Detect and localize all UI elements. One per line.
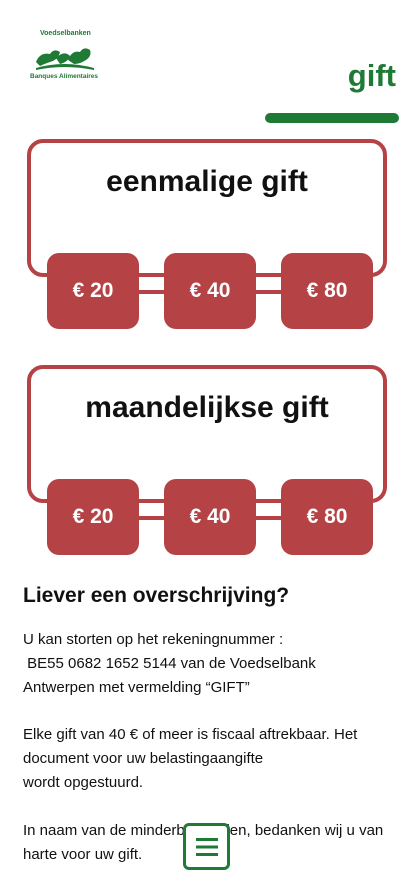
monthly-gift-card: maandelijkse gift € 20 € 40 € 80 xyxy=(27,365,387,555)
logo-bottom-text: Banques Alimentaires xyxy=(30,73,99,80)
paragraph-line: wordt opgestuurd. xyxy=(23,774,144,791)
one-time-amount-20-button[interactable]: € 20 xyxy=(47,253,139,329)
paragraph-line: Elke gift van 40 € of meer is fiscaal af… xyxy=(23,726,358,743)
logo-top-text: Voedselbanken xyxy=(40,30,91,37)
monthly-amount-40-button[interactable]: € 40 xyxy=(164,479,256,555)
menu-button[interactable] xyxy=(183,823,230,870)
monthly-amount-80-button[interactable]: € 80 xyxy=(281,479,373,555)
page-title: gift xyxy=(347,58,396,93)
one-time-gift-card: eenmalige gift € 20 € 40 € 80 xyxy=(27,139,387,329)
one-time-amount-40-button[interactable]: € 40 xyxy=(164,253,256,329)
animals-logo-icon xyxy=(36,48,94,70)
monthly-gift-title: maandelijkse gift xyxy=(85,391,329,424)
tax-info-paragraph: Elke gift van 40 € of meer is fiscaal af… xyxy=(23,723,393,795)
one-time-amount-80-button[interactable]: € 80 xyxy=(281,253,373,329)
one-time-gift-title: eenmalige gift xyxy=(106,165,308,198)
account-info-paragraph: U kan storten op het rekeningnummer : BE… xyxy=(23,628,393,700)
voedselbanken-logo[interactable]: Voedselbanken Banques Alimentaires xyxy=(30,30,106,82)
monthly-amount-20-button[interactable]: € 20 xyxy=(47,479,139,555)
paragraph-line: Antwerpen met vermelding “GIFT” xyxy=(23,679,250,696)
paragraph-line: BE55 0682 1652 5144 van de Voedselbank xyxy=(23,655,316,672)
paragraph-line: U kan storten op het rekeningnummer : xyxy=(23,631,284,648)
title-underline xyxy=(265,113,399,123)
hamburger-menu-icon xyxy=(195,837,218,856)
paragraph-line: document voor uw belastingaangifte xyxy=(23,750,264,767)
transfer-heading: Liever een overschrijving? xyxy=(23,584,290,607)
